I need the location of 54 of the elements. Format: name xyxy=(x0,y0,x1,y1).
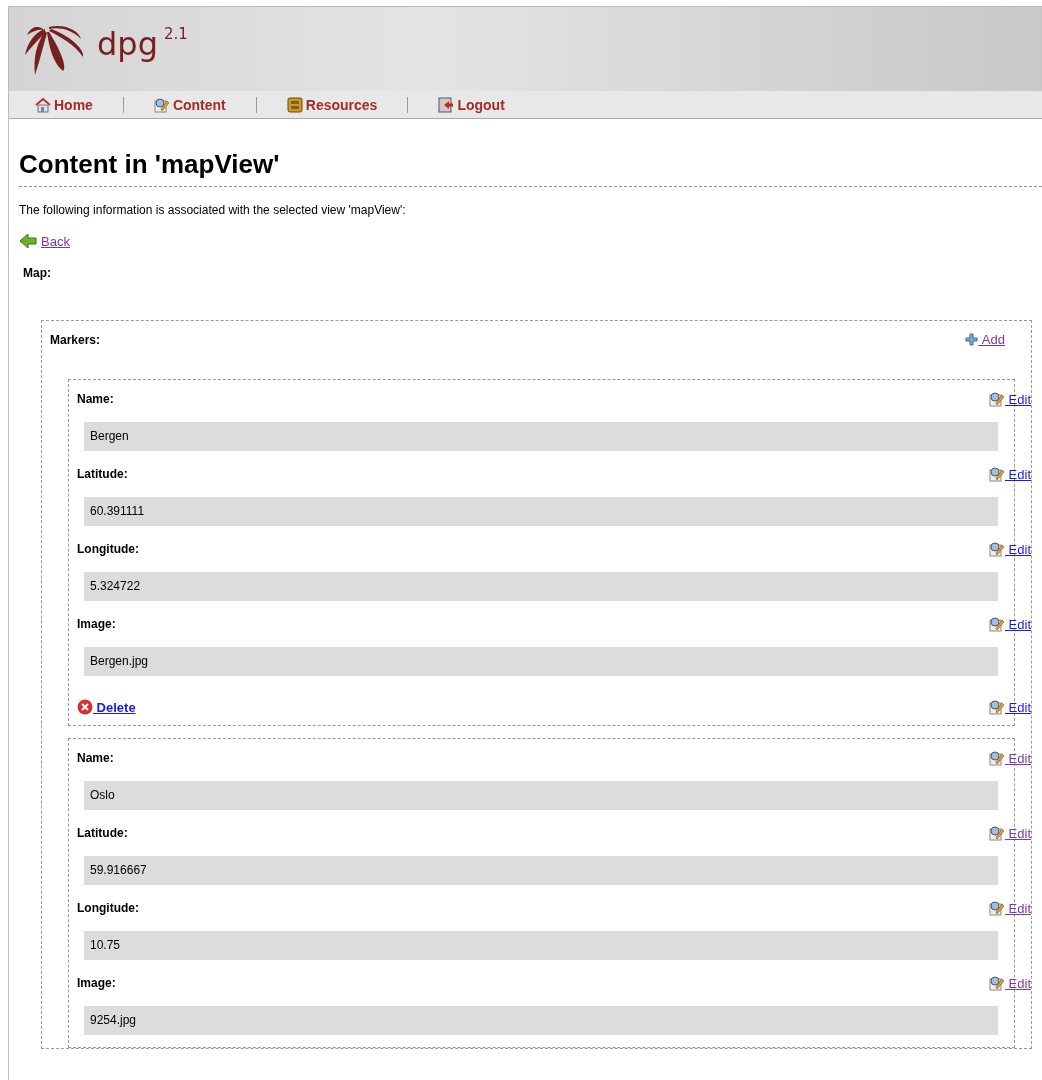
back-link[interactable]: Back xyxy=(41,233,70,249)
value-field: 60.391111 xyxy=(84,497,998,526)
value-field: 5.324722 xyxy=(84,572,998,601)
map-label: Map: xyxy=(23,266,52,280)
edit-icon xyxy=(989,825,1005,841)
edit-icon xyxy=(989,391,1005,407)
edit-icon xyxy=(989,750,1005,766)
nav-link[interactable]: Resources xyxy=(286,96,378,113)
edit-icon xyxy=(989,541,1005,557)
plus-icon xyxy=(965,333,979,346)
page-title: Content in 'mapView' xyxy=(19,149,1042,187)
edit-link[interactable]: Edit xyxy=(1005,391,1031,407)
version-label: 2.1 xyxy=(163,25,188,43)
cabinet-icon xyxy=(286,96,303,113)
field-label: Image: xyxy=(77,976,116,990)
value-field: Bergen xyxy=(84,422,998,451)
field-label: Latitude: xyxy=(77,467,128,481)
value-field: Bergen.jpg xyxy=(84,647,998,676)
value-field: 9254.jpg xyxy=(84,1006,998,1035)
field-label: Longitude: xyxy=(77,542,139,556)
value-field: Oslo xyxy=(84,781,998,810)
nav-link[interactable]: Logout xyxy=(438,96,505,113)
field-label: Latitude: xyxy=(77,826,128,840)
edit-link[interactable]: Edit xyxy=(1005,975,1031,991)
markers-label: Markers: xyxy=(50,332,101,347)
edit-icon xyxy=(989,699,1005,715)
edit-link[interactable]: Edit xyxy=(1005,616,1031,632)
back-arrow-icon xyxy=(19,233,37,249)
edit-icon xyxy=(989,900,1005,916)
edit-link[interactable]: Edit xyxy=(1005,699,1031,715)
edit-icon xyxy=(153,96,170,113)
edit-link[interactable]: Edit xyxy=(1005,825,1031,841)
edit-link[interactable]: Edit xyxy=(1005,466,1031,482)
door-icon xyxy=(438,96,455,113)
edit-icon xyxy=(989,975,1005,991)
delete-link[interactable]: Delete xyxy=(93,699,136,715)
intro-text: The following information is associated with the selected view 'mapView': xyxy=(19,203,407,217)
nav-link[interactable]: Home xyxy=(35,96,93,113)
field-label: Image: xyxy=(77,617,116,631)
logo-text: dpg xyxy=(97,25,158,63)
add-link[interactable]: Add xyxy=(978,332,1005,347)
edit-link[interactable]: Edit xyxy=(1005,541,1031,557)
nav-link[interactable]: Content xyxy=(153,96,226,113)
edit-icon xyxy=(989,616,1005,632)
field-label: Name: xyxy=(77,751,114,765)
delete-icon xyxy=(77,699,93,715)
edit-icon xyxy=(989,466,1005,482)
edit-link[interactable]: Edit xyxy=(1005,900,1031,916)
field-label: Longitude: xyxy=(77,901,139,915)
field-label: Name: xyxy=(77,392,114,406)
house-icon xyxy=(35,96,51,113)
edit-link[interactable]: Edit xyxy=(1005,750,1031,766)
value-field: 10.75 xyxy=(84,931,998,960)
value-field: 59.916667 xyxy=(84,856,998,885)
